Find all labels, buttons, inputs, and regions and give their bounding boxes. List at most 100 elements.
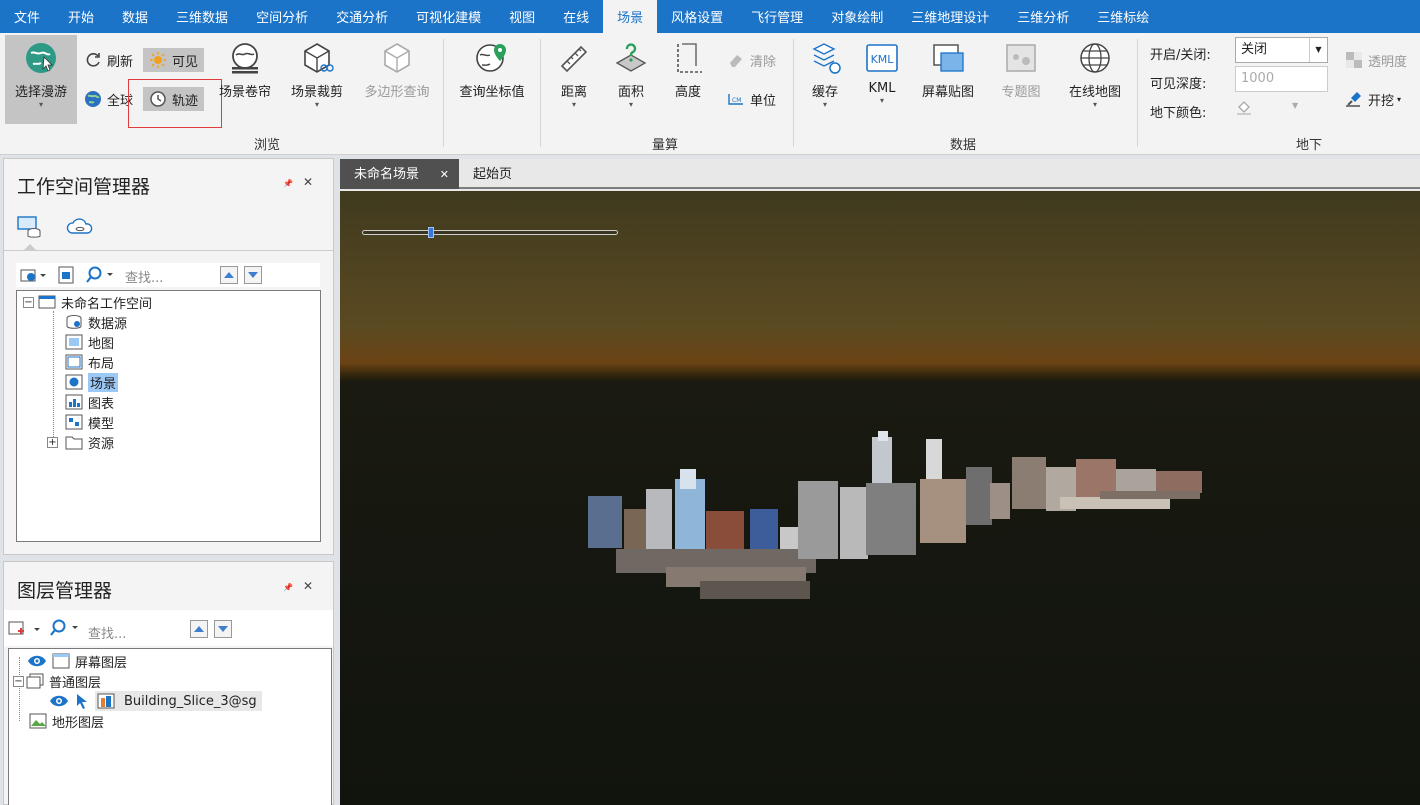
area-button[interactable]: 面积 ▾ [607,41,655,110]
select-cursor-icon[interactable] [74,693,90,709]
scene-tab-label: 未命名场景 [354,167,420,182]
tree-node-normal-layer[interactable]: − 普通图层 [13,671,101,691]
workspace-root-label: 未命名工作空间 [61,296,153,312]
menu-tab-7[interactable]: 视图 [495,0,549,33]
excavate-button[interactable]: 开挖 ▾ [1345,87,1401,111]
pin-icon[interactable]: 📌 [283,179,303,188]
unit-button[interactable]: CM 单位 [727,87,776,111]
collapse-icon[interactable]: − [13,675,24,687]
map-label: 地图 [88,336,115,352]
close-icon[interactable]: ✕ [440,159,449,190]
globe-grid-icon [1080,43,1110,73]
layout-label: 布局 [88,356,115,372]
layer-search-input[interactable]: 查找... [88,623,126,642]
refresh-button[interactable]: 刷新 [84,48,133,72]
search-icon[interactable] [50,619,80,637]
tree-node-map[interactable]: 地图 [65,332,114,352]
menu-tab-4[interactable]: 空间分析 [242,0,322,33]
select-roam-button[interactable]: 选择漫游 ▾ [5,35,77,124]
tree-node-layout[interactable]: 布局 [65,352,114,372]
scene-roller-button[interactable]: 场景卷帘 [214,41,276,100]
tree-node-model[interactable]: 模型 [65,412,114,432]
underground-onoff-select[interactable]: 关闭 ▼ [1235,37,1328,63]
open-workspace-icon[interactable] [20,267,46,283]
terrain-layer-icon [29,713,47,729]
scene-icon [65,374,83,390]
save-workspace-icon[interactable] [56,266,76,284]
track-button[interactable]: 轨迹 [143,87,205,111]
visible-button[interactable]: 可见 [143,48,205,72]
tab-start-page[interactable]: 起始页 [459,159,526,189]
search-icon[interactable] [86,266,114,284]
3d-scene-canvas[interactable] [340,191,1420,805]
tree-node-building-layer[interactable]: Building_Slice_3@sg [49,691,262,711]
menu-tab-8[interactable]: 在线 [549,0,603,33]
menu-tab-2[interactable]: 数据 [108,0,162,33]
menu-tab-5[interactable]: 交通分析 [322,0,402,33]
scene-slider[interactable] [362,227,618,238]
transparency-label: 透明度 [1368,54,1408,70]
pin-icon[interactable]: 📌 [283,583,303,592]
screen-map-label: 屏幕贴图 [921,85,974,100]
scene-clip-label: 场景裁剪 [290,85,343,100]
scene-slider-thumb[interactable] [428,227,434,238]
menu-tab-3[interactable]: 三维数据 [162,0,242,33]
eye-icon[interactable] [49,694,69,708]
excavate-label: 开挖 [1368,93,1395,109]
menu-tab-11[interactable]: 飞行管理 [737,0,817,33]
menu-tab-14[interactable]: 三维分析 [1003,0,1083,33]
tree-node-scene[interactable]: 场景 [65,372,119,392]
add-layer-icon[interactable] [8,620,42,638]
menu-tab-6[interactable]: 可视化建模 [402,0,495,33]
tree-node-resources[interactable]: + 资源 [47,432,114,452]
tree-node-chart[interactable]: 图表 [65,392,114,412]
thematic-button: 专题图 [993,41,1049,100]
menu-tab-10[interactable]: 风格设置 [657,0,737,33]
workspace-search-input[interactable]: 查找... [125,267,163,286]
menu-tab-1[interactable]: 开始 [54,0,108,33]
height-button[interactable]: 高度 [664,41,712,100]
cache-icon [812,43,841,74]
collapse-icon[interactable]: − [23,296,34,308]
underground-depth-field[interactable]: 1000 [1235,66,1328,92]
move-up-icon[interactable] [190,620,208,638]
city-buildings-model[interactable] [580,431,1210,621]
menu-tab-13[interactable]: 三维地理设计 [897,0,1003,33]
globe-button[interactable]: 全球 [84,87,133,111]
scene-viewport: 未命名场景 ✕ 起始页 [340,159,1420,805]
tree-node-datasource[interactable]: 数据源 [65,312,127,332]
tree-node-screen-layer[interactable]: 屏幕图层 [27,651,127,671]
chevron-down-icon: ▾ [628,100,633,109]
scene-clip-button[interactable]: 场景裁剪 ▾ [286,41,348,110]
move-up-icon[interactable] [220,266,238,284]
close-icon[interactable]: ✕ [303,579,323,593]
kml-icon: KML [866,44,898,72]
menu-tab-15[interactable]: 三维标绘 [1083,0,1163,33]
menu-tab-12[interactable]: 对象绘制 [817,0,897,33]
expand-icon[interactable]: + [47,436,58,448]
cache-button[interactable]: 缓存 ▾ [803,41,847,110]
query-coordinate-button[interactable]: 查询坐标值 [452,41,532,100]
tree-node-terrain-layer[interactable]: 地形图层 [29,711,104,731]
tree-node-workspace-root[interactable]: − 未命名工作空间 [23,292,152,312]
underground-depth-value: 1000 [1241,71,1275,86]
screen-map-button[interactable]: 屏幕贴图 [915,41,981,100]
online-map-button[interactable]: 在线地图 ▾ [1062,41,1128,110]
scene-roller-icon [232,43,258,74]
refresh-icon [86,53,100,67]
move-down-icon[interactable] [214,620,232,638]
menu-tab-9[interactable]: 场景 [603,0,658,33]
visible-label: 可见 [172,54,199,70]
menu-tab-0[interactable]: 文件 [0,0,54,33]
screen-map-icon [933,44,964,72]
eye-icon[interactable] [27,654,47,668]
close-icon[interactable]: ✕ [303,175,323,189]
cloud-database-icon[interactable] [66,215,94,239]
database-workspace-icon[interactable] [16,215,42,239]
distance-button[interactable]: 距离 ▾ [550,41,598,110]
kml-button[interactable]: KML KML ▾ [860,41,904,106]
layout-icon [65,354,83,370]
chevron-down-icon: ▾ [571,100,576,109]
move-down-icon[interactable] [244,266,262,284]
tab-untitled-scene[interactable]: 未命名场景 ✕ [340,159,459,189]
